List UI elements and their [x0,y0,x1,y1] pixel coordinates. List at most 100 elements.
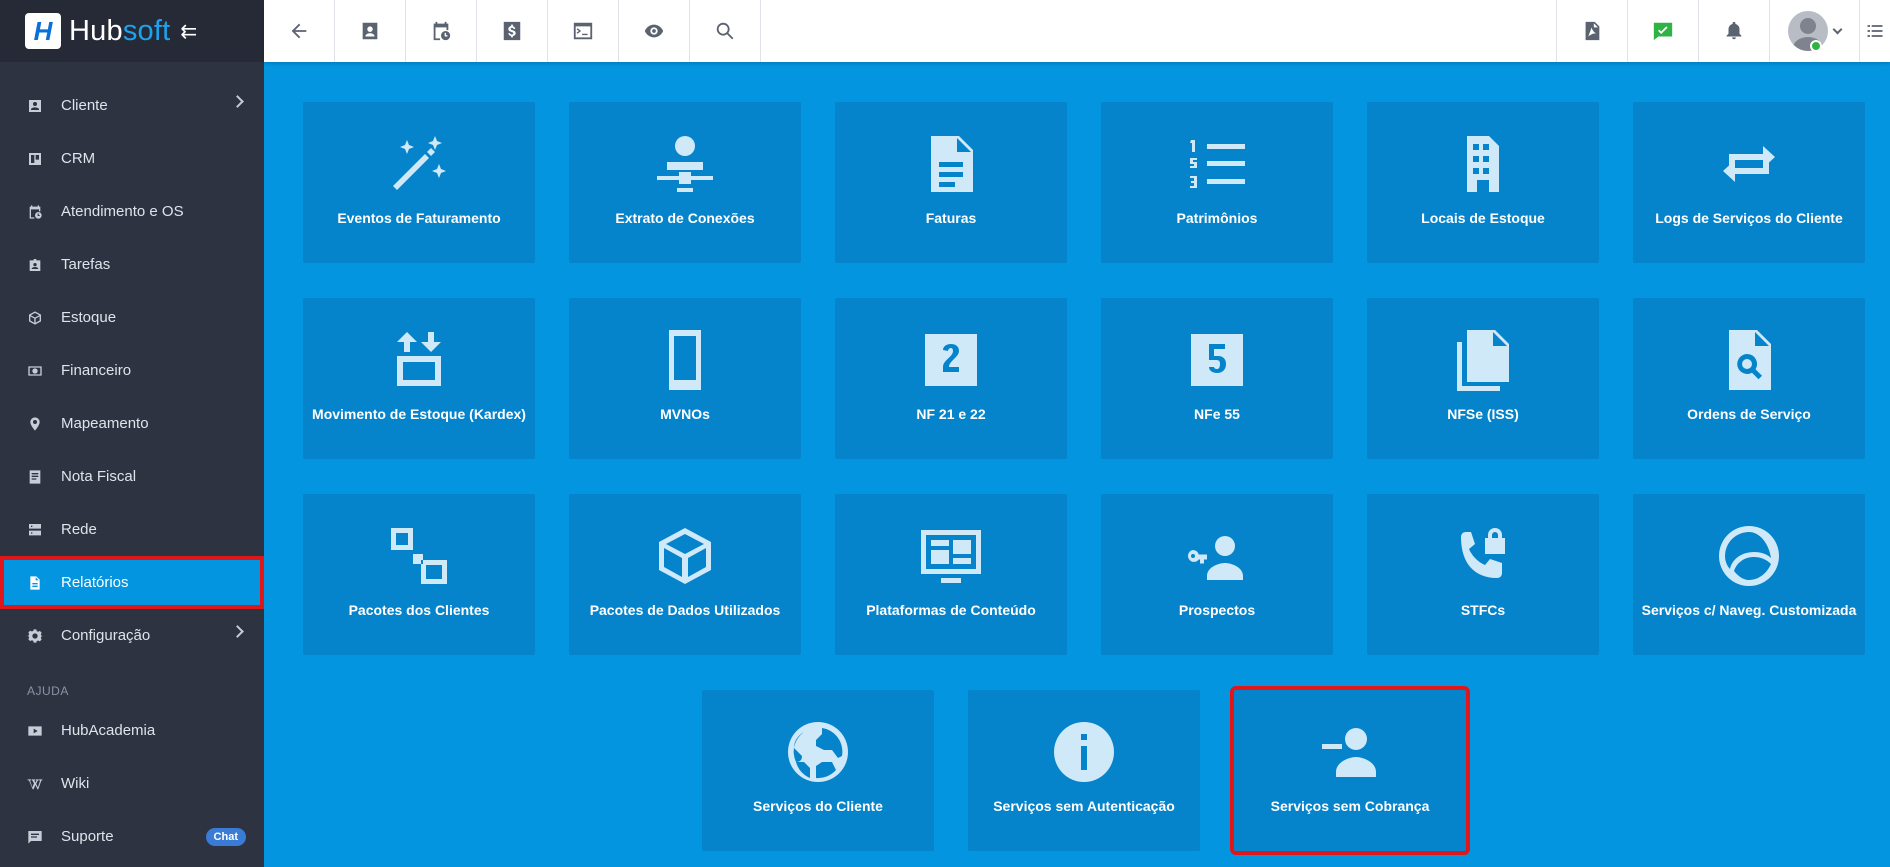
clients-button[interactable] [335,0,406,62]
notifications-button[interactable] [1699,0,1770,62]
avatar [1788,11,1828,51]
report-card-pacotes-clientes[interactable]: Pacotes dos Clientes [303,494,535,655]
report-card-prospectos[interactable]: Prospectos [1101,494,1333,655]
user-key-icon [1185,524,1249,588]
money-icon [27,363,43,379]
report-card-label: Serviços sem Cobrança [1270,798,1430,814]
report-card-logs-servicos[interactable]: Logs de Serviços do Cliente [1633,102,1865,263]
report-card-movimento-estoque[interactable]: Movimento de Estoque (Kardex) [303,298,535,459]
report-card-eventos-faturamento[interactable]: Eventos de Faturamento [303,102,535,263]
chevron-right-icon [231,625,244,638]
receipt-icon [27,469,43,485]
report-card-pacotes-dados[interactable]: Pacotes de Dados Utilizados [569,494,801,655]
user-network-icon [653,132,717,196]
user-menu[interactable] [1770,0,1860,62]
sidebar-item-label: Cliente [61,97,108,114]
report-card-extrato-conexoes[interactable]: Extrato de Conexões [569,102,801,263]
view-button[interactable] [619,0,690,62]
map-pin-icon [27,416,43,432]
hubsoft-logo-icon: H [25,13,61,49]
sidebar-item-label: Configuração [61,627,151,644]
back-button[interactable] [264,0,335,62]
report-card-nfse-iss[interactable]: NFSe (ISS) [1367,298,1599,459]
report-card-servicos-cliente[interactable]: Serviços do Cliente [702,690,934,851]
sidebar-item-mapeamento[interactable]: Mapeamento [0,397,264,450]
sidebar-item-tarefas[interactable]: Tarefas [0,238,264,291]
report-card-label: Locais de Estoque [1421,210,1545,226]
report-card-locais-estoque[interactable]: Locais de Estoque [1367,102,1599,263]
wikipedia-icon [27,776,43,792]
terminal-icon [573,22,593,40]
report-card-servicos-naveg-customizada[interactable]: Serviços c/ Naveg. Customizada [1633,494,1865,655]
report-card-stfcs[interactable]: STFCs [1367,494,1599,655]
report-card-ordens-servico[interactable]: Ordens de Serviço [1633,298,1865,459]
report-card-label: Pacotes de Dados Utilizados [589,602,781,618]
sidebar-item-configuracao[interactable]: Configuração [0,609,264,662]
sidebar-item-label: Nota Fiscal [61,468,137,485]
squares-icon [387,524,451,588]
terminal-button[interactable] [548,0,619,62]
sidebar-item-label: Mapeamento [61,415,149,432]
report-card-nf-21-22[interactable]: NF 21 e 22 [835,298,1067,459]
files-icon [1451,328,1515,392]
magic-wand-icon [387,132,451,196]
sidebar-item-label: Atendimento e OS [61,203,184,220]
sidebar-item-hubacademia[interactable]: HubAcademia [0,704,264,757]
report-card-label: Prospectos [1178,602,1256,618]
messages-button[interactable] [1628,0,1699,62]
collapse-sidebar-icon[interactable]: ⇇ [180,19,197,44]
sidebar-item-rede[interactable]: Rede [0,503,264,556]
report-card-label: Serviços sem Autenticação [993,798,1175,814]
earth-icon [786,720,850,784]
report-card-label: Patrimônios [1176,210,1258,226]
sidebar-item-cliente[interactable]: Cliente [0,79,264,132]
sidebar-item-nota-fiscal[interactable]: Nota Fiscal [0,450,264,503]
finance-button[interactable] [477,0,548,62]
sidebar-item-financeiro[interactable]: Financeiro [0,344,264,397]
server-icon [27,522,43,538]
report-card-label: MVNOs [660,406,710,422]
sidebar-item-crm[interactable]: CRM [0,132,264,185]
brand[interactable]: H Hubsoft ⇇ [0,0,264,62]
report-card-servicos-sem-autenticacao[interactable]: Serviços sem Autenticação [968,690,1200,851]
report-card-servicos-sem-cobranca[interactable]: Serviços sem Cobrança [1230,686,1470,855]
report-card-label: Plataformas de Conteúdo [866,602,1036,618]
report-card-patrimonios[interactable]: Patrimônios [1101,102,1333,263]
contact-icon [362,22,378,40]
sidebar-item-relatorios[interactable]: Relatórios [0,556,264,609]
brand-name: Hubsoft [69,14,171,47]
chat-badge[interactable]: Chat [205,828,246,846]
report-card-mvnos[interactable]: MVNOs [569,298,801,459]
number-2-box-icon [919,328,983,392]
help-section-title: AJUDA [27,684,69,698]
schedule-button[interactable] [406,0,477,62]
pdf-icon [1585,21,1600,41]
sidebar-item-label: Financeiro [61,362,132,379]
pdf-button[interactable] [1557,0,1628,62]
check-chat-icon [1653,22,1673,41]
list-menu-icon [1867,25,1883,37]
user-minus-icon [1318,720,1382,784]
sidebar-item-label: Relatórios [61,574,129,591]
report-card-label: Extrato de Conexões [615,210,755,226]
sidebar-item-label: Tarefas [61,256,111,273]
search-icon [716,22,734,40]
sidebar-item-label: HubAcademia [61,722,156,739]
sidebar-item-label: Estoque [61,309,117,326]
bell-icon [1726,21,1742,40]
sidebar-item-estoque[interactable]: Estoque [0,291,264,344]
sidebar: H Hubsoft ⇇ Cliente CRM Atendimento e OS… [0,0,264,867]
box-icon [27,310,43,326]
sidebar-item-label: Suporte [61,828,114,845]
eye-icon [644,24,664,38]
side-menu-button[interactable] [1860,0,1890,62]
calendar-clock-icon [433,21,451,41]
sidebar-item-wiki[interactable]: Wiki [0,757,264,810]
sidebar-item-atendimento[interactable]: Atendimento e OS [0,185,264,238]
report-card-plataformas-conteudo[interactable]: Plataformas de Conteúdo [835,494,1067,655]
report-card-nfe-55[interactable]: NFe 55 [1101,298,1333,459]
search-button[interactable] [690,0,761,62]
report-card-faturas[interactable]: Faturas [835,102,1067,263]
sidebar-item-suporte[interactable]: Suporte Chat [0,810,264,863]
online-status-icon [1810,40,1822,52]
